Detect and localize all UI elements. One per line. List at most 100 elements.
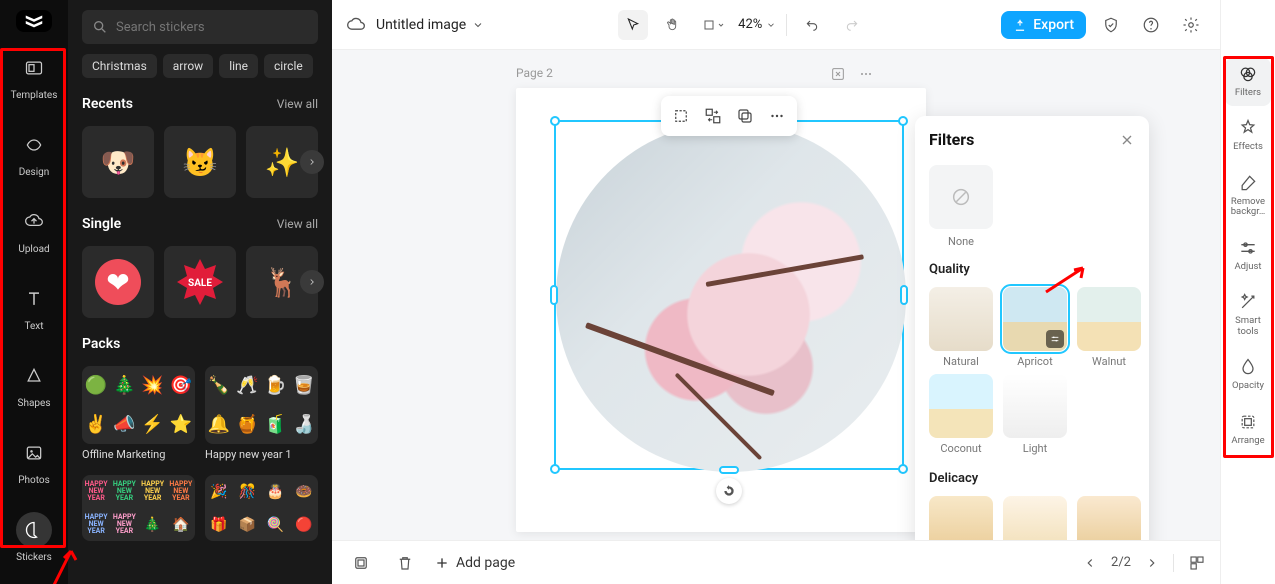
delete-button[interactable]: [390, 548, 420, 578]
crop-action[interactable]: [667, 102, 695, 130]
sticker-search[interactable]: [82, 10, 318, 44]
export-button[interactable]: Export: [1001, 11, 1086, 39]
add-page-button[interactable]: Add page: [434, 555, 515, 571]
rail-item-text[interactable]: Text: [0, 277, 68, 336]
filter-apricot[interactable]: Apricot: [1003, 287, 1067, 368]
capcut-logo-icon: [23, 10, 45, 32]
rail-item-templates[interactable]: Templates: [0, 46, 68, 105]
close-icon[interactable]: [1119, 132, 1135, 148]
sticker-pack-party[interactable]: 🎉🎊🎂🍩 🎁📦🍭🔴: [205, 475, 318, 541]
expand-icon[interactable]: [830, 66, 846, 82]
more-icon[interactable]: [858, 66, 874, 82]
magic-icon: [1238, 292, 1258, 312]
rail-item-shapes[interactable]: Shapes: [0, 354, 68, 413]
row-next-button[interactable]: [300, 150, 324, 174]
prop-opacity[interactable]: Opacity: [1225, 351, 1271, 399]
more-action[interactable]: [763, 102, 791, 130]
row-next-button[interactable]: [300, 270, 324, 294]
prop-arrange[interactable]: Arrange: [1225, 406, 1271, 454]
rail-item-stickers[interactable]: Stickers: [0, 508, 68, 567]
duplicate-action[interactable]: [731, 102, 759, 130]
sticker-search-input[interactable]: [116, 20, 308, 35]
sale-burst-icon: SALE: [175, 257, 225, 307]
sticker-thumb-dog[interactable]: 🐶: [82, 126, 154, 198]
prop-remove-bg[interactable]: Remove backgr…: [1225, 167, 1271, 226]
redo-button[interactable]: [837, 10, 867, 40]
prev-page-icon[interactable]: [1083, 556, 1097, 570]
pack-label: Happy new year 1: [205, 448, 318, 461]
rail-item-label: Design: [19, 167, 50, 178]
prop-smart-tools[interactable]: Smart tools: [1225, 286, 1271, 345]
add-page-label: Add page: [456, 555, 515, 571]
canvas-area[interactable]: Page 2: [332, 50, 1220, 540]
upload-icon: [24, 212, 44, 232]
page-counter: 2/2: [1111, 555, 1131, 570]
sticker-thumb-cat[interactable]: 😼: [164, 126, 236, 198]
grid-view-icon[interactable]: [1188, 554, 1206, 572]
hand-tool[interactable]: [658, 10, 688, 40]
resize-handle-r[interactable]: [900, 285, 908, 305]
shield-button[interactable]: [1096, 10, 1126, 40]
sticker-thumb-heart[interactable]: ❤: [82, 246, 154, 318]
undo-button[interactable]: [797, 10, 827, 40]
sticker-pack-happy[interactable]: HAPPY NEW YEARHAPPY NEW YEARHAPPY NEW YE…: [82, 475, 195, 541]
filters-panel: Filters None Quality Natural Apricot: [915, 116, 1149, 540]
help-button[interactable]: [1136, 10, 1166, 40]
app-logo[interactable]: [16, 10, 52, 32]
selection-box[interactable]: [554, 120, 904, 470]
prop-adjust[interactable]: Adjust: [1225, 232, 1271, 280]
resize-handle-tl[interactable]: [550, 116, 560, 126]
filter-none[interactable]: None: [929, 165, 993, 248]
chevron-down-icon: [766, 20, 776, 30]
rail-item-label: Shapes: [18, 398, 51, 409]
rail-item-upload[interactable]: Upload: [0, 200, 68, 259]
resize-handle-bl[interactable]: [550, 464, 560, 474]
rail-item-design[interactable]: Design: [0, 123, 68, 182]
filters-icon: [1238, 64, 1258, 84]
selected-image[interactable]: [556, 122, 906, 472]
sticker-tag[interactable]: arrow: [163, 54, 213, 78]
next-page-icon[interactable]: [1145, 556, 1159, 570]
layers-button[interactable]: [346, 548, 376, 578]
resize-handle-b[interactable]: [719, 466, 739, 474]
sticker-tag[interactable]: circle: [264, 54, 313, 78]
filter-section-delicacy: Delicacy: [929, 471, 1135, 540]
filter-walnut[interactable]: Walnut: [1077, 287, 1141, 368]
select-tool[interactable]: [618, 10, 648, 40]
prop-filters[interactable]: Filters: [1225, 58, 1271, 106]
resize-handle-tr[interactable]: [898, 116, 908, 126]
crop-tool[interactable]: [698, 10, 728, 40]
cloud-sync-icon[interactable]: [346, 15, 366, 35]
document-title[interactable]: Untitled image: [376, 17, 484, 33]
replace-action[interactable]: [699, 102, 727, 130]
prop-label: Arrange: [1231, 436, 1264, 446]
zoom-value: 42%: [738, 17, 762, 32]
center-area: Untitled image 42% Export: [332, 0, 1220, 584]
filter-coconut[interactable]: Coconut: [929, 374, 993, 455]
sticker-pack-marketing[interactable]: 🟢🎄💥🎯 ✌️📣⚡⭐: [82, 366, 195, 444]
sticker-thumb-sale[interactable]: SALE: [164, 246, 236, 318]
filter-delicacy-2[interactable]: [1003, 496, 1067, 540]
sticker-tag[interactable]: Christmas: [82, 54, 157, 78]
prop-effects[interactable]: Effects: [1225, 112, 1271, 160]
settings-button[interactable]: [1176, 10, 1206, 40]
photos-icon: [24, 443, 44, 463]
resize-handle-br[interactable]: [898, 464, 908, 474]
resize-handle-l[interactable]: [550, 285, 558, 305]
view-all-link[interactable]: View all: [277, 217, 318, 231]
sticker-tag[interactable]: line: [219, 54, 258, 78]
rotate-handle[interactable]: [716, 478, 742, 504]
view-all-link[interactable]: View all: [277, 97, 318, 111]
filter-light[interactable]: Light: [1003, 374, 1067, 455]
filter-delicacy-3[interactable]: [1077, 496, 1141, 540]
canvas-page[interactable]: [516, 88, 926, 532]
filter-label: Light: [1023, 442, 1047, 455]
export-label: Export: [1033, 17, 1074, 33]
sticker-pack-newyear[interactable]: 🍾🥂🍺🥃 🔔🍯🧃🍶: [205, 366, 318, 444]
filter-label: None: [948, 235, 974, 248]
zoom-display[interactable]: 42%: [738, 17, 776, 32]
rail-item-photos[interactable]: Photos: [0, 431, 68, 490]
filter-natural[interactable]: Natural: [929, 287, 993, 368]
adjust-overlay-icon[interactable]: [1046, 330, 1064, 348]
filter-delicacy-1[interactable]: [929, 496, 993, 540]
